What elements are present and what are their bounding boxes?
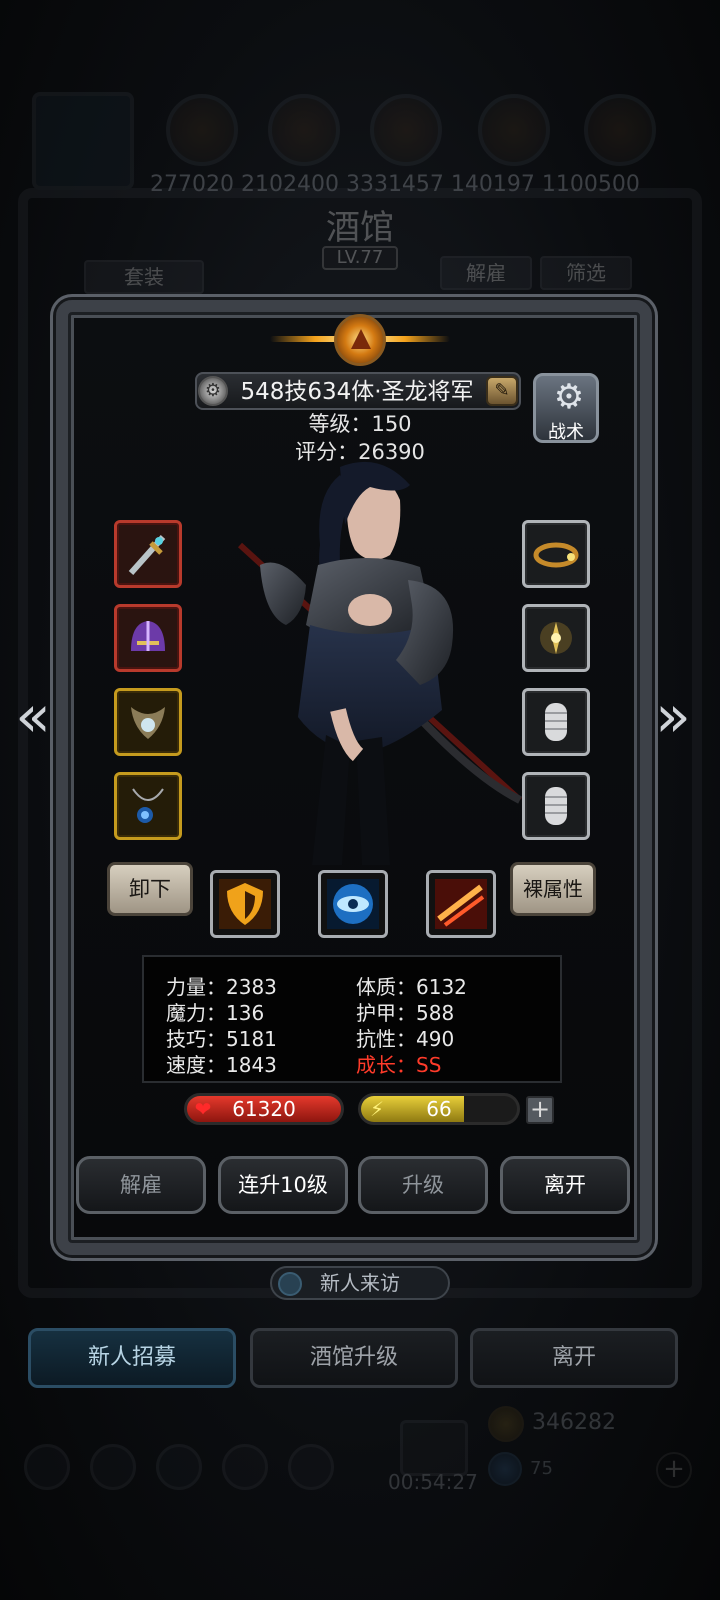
gift-timer: 00:54:27	[388, 1470, 478, 1494]
equip-slot-ring[interactable]	[522, 520, 590, 588]
amulet-icon	[131, 707, 165, 739]
settings-badge-icon[interactable]: ⚙	[198, 376, 228, 406]
recruit-button[interactable]: 新人招募	[28, 1328, 236, 1388]
panel-crest	[270, 310, 450, 370]
rename-pencil-icon[interactable]: ✎	[486, 376, 518, 406]
menu-icon[interactable]	[24, 1444, 70, 1490]
hero-portrait	[237, 461, 523, 865]
leave-tavern-button[interactable]: 离开	[470, 1328, 678, 1388]
hero-left-leg	[312, 735, 350, 865]
trinket-icon	[540, 622, 572, 654]
necklace-icon	[132, 788, 164, 823]
gift-box-icon[interactable]	[400, 1420, 468, 1476]
level-up-button[interactable]: 升级	[358, 1156, 488, 1214]
add-currency-button[interactable]: +	[656, 1452, 692, 1488]
base-attributes-button[interactable]: 裸属性	[510, 862, 596, 916]
tavern-upgrade-button[interactable]: 酒馆升级	[250, 1328, 458, 1388]
hero-right-leg	[356, 737, 390, 865]
hero-level: 等级：150	[308, 412, 412, 436]
equip-slot-weapon[interactable]	[114, 520, 182, 588]
equip-slot-amulet[interactable]	[114, 688, 182, 756]
equip-slot-bracer[interactable]	[522, 688, 590, 756]
gold-amount: 346282	[532, 1410, 616, 1435]
menu-icon[interactable]	[222, 1444, 268, 1490]
menu-icon[interactable]	[288, 1444, 334, 1490]
tavern-title: 酒馆	[326, 208, 394, 248]
stat-constitution: 体质：6132	[356, 975, 467, 999]
resource-icon	[370, 94, 442, 166]
equip-slot-trinket[interactable]	[522, 604, 590, 672]
stat-magic: 魔力：136	[166, 1001, 265, 1025]
stat-speed: 速度：1843	[166, 1053, 277, 1077]
equip-slot-necklace[interactable]	[114, 772, 182, 840]
equip-slot-helmet[interactable]	[114, 604, 182, 672]
stat-skill: 技巧：5181	[166, 1027, 277, 1051]
stat-resistance: 抗性：490	[356, 1027, 455, 1051]
skill-slot-2[interactable]	[318, 870, 388, 938]
previous-hero-arrow-icon[interactable]: «	[8, 687, 58, 748]
gem-icon	[488, 1452, 522, 1486]
energy-value: 66	[426, 1097, 452, 1121]
tactics-label: 战术	[548, 422, 584, 443]
dismiss-hero-button[interactable]: 解雇	[76, 1156, 206, 1214]
fire-tab-button[interactable]: 解雇	[440, 256, 532, 290]
bracer-icon	[545, 703, 567, 741]
next-hero-arrow-icon[interactable]: »	[648, 687, 698, 748]
close-panel-button[interactable]: 离开	[500, 1156, 630, 1214]
unequip-button[interactable]: 卸下	[107, 862, 193, 916]
player-avatar[interactable]	[32, 92, 134, 190]
hp-bar: ❤ 61320	[184, 1093, 344, 1125]
hero-stats-box: 力量：2383 魔力：136 技巧：5181 速度：1843 体质：6132 护…	[142, 955, 562, 1083]
eye-skill-icon	[327, 879, 379, 929]
resource-icon	[478, 94, 550, 166]
stat-strength: 力量：2383	[166, 975, 277, 999]
ring-icon	[533, 542, 579, 568]
visitor-label: 新人来访	[320, 1271, 400, 1295]
equip-slot-bracer-2[interactable]	[522, 772, 590, 840]
sword-icon	[128, 535, 166, 575]
tavern-level: LV.77	[322, 246, 398, 270]
resource-icon	[268, 94, 340, 166]
gold-coin-icon	[488, 1406, 524, 1442]
new-visitor-bar[interactable]: 新人来访	[270, 1266, 450, 1300]
hero-nameplate: 548技634体·圣龙将军	[195, 372, 521, 410]
menu-icon[interactable]	[156, 1444, 202, 1490]
slash-skill-icon	[435, 879, 487, 929]
hero-left-arm	[260, 562, 306, 625]
resource-icon	[166, 94, 238, 166]
resource-amounts: 277020 2102400 3331457 140197 1100500	[150, 172, 640, 197]
hp-value: 61320	[232, 1097, 296, 1121]
add-energy-button[interactable]: +	[526, 1096, 554, 1124]
stat-growth: 成长：SS	[356, 1053, 442, 1077]
hero-chest	[348, 594, 392, 626]
bracer-icon	[545, 787, 567, 825]
skill-slot-1[interactable]	[210, 870, 280, 938]
skill-slot-3[interactable]	[426, 870, 496, 938]
gear-icon: ⚙	[553, 377, 585, 417]
resource-icon	[584, 94, 656, 166]
menu-icon[interactable]	[90, 1444, 136, 1490]
tactics-button[interactable]: ⚙ 战术	[533, 373, 599, 443]
filter-button[interactable]: 筛选	[540, 256, 632, 290]
hero-name: 548技634体·圣龙将军	[240, 379, 474, 405]
helmet-icon	[131, 621, 165, 651]
crest-emblem-icon	[334, 314, 386, 366]
stat-armor: 护甲：588	[356, 1001, 455, 1025]
energy-bar: ⚡ 66	[358, 1093, 520, 1125]
shield-skill-icon	[219, 879, 271, 929]
set-button[interactable]: 套装	[84, 260, 204, 294]
level-up-10-button[interactable]: 连升10级	[218, 1156, 348, 1214]
gem-amount: 75	[530, 1458, 553, 1479]
visitor-icon	[278, 1272, 302, 1296]
